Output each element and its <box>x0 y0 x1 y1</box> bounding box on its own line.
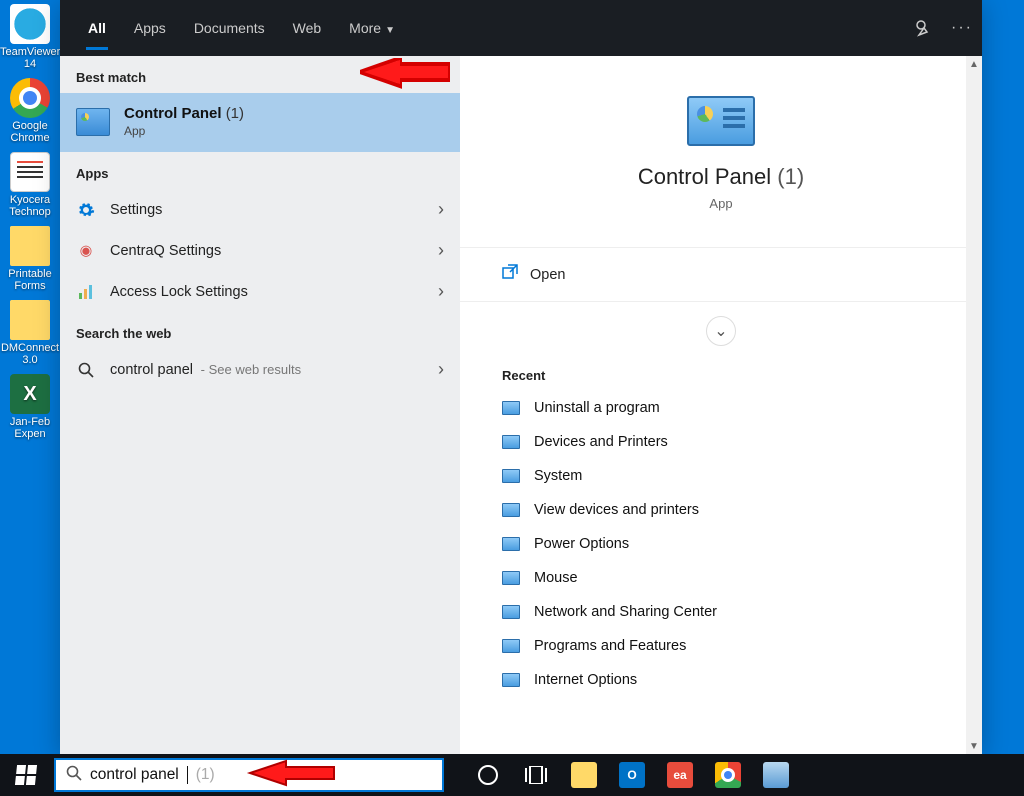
search-count-hint: (1) <box>196 766 215 784</box>
desktop-icon[interactable]: TeamViewer 14 <box>0 4 60 70</box>
result-title: Control Panel (1) <box>124 105 244 122</box>
recent-heading: Recent <box>460 360 982 391</box>
folder-icon <box>10 300 50 340</box>
tab-all[interactable]: All <box>74 0 120 56</box>
chevron-right-icon: › <box>438 359 444 380</box>
taskbar: control panel (1) O ea <box>0 754 1024 796</box>
control-panel-icon <box>687 96 755 146</box>
control-panel-icon <box>502 469 520 483</box>
expand-actions-button[interactable]: ⌄ <box>706 316 736 346</box>
desktop-background-strip <box>982 0 1024 754</box>
chrome-icon <box>10 78 50 118</box>
taskbar-app-file-explorer[interactable] <box>560 754 608 796</box>
recent-item[interactable]: Mouse <box>460 561 982 595</box>
results-list: Best match Control Panel (1) App Apps Se… <box>60 56 460 754</box>
chrome-icon <box>715 762 741 788</box>
chevron-right-icon: › <box>438 199 444 220</box>
outlook-icon: O <box>619 762 645 788</box>
control-panel-icon <box>502 401 520 415</box>
search-text: control panel <box>90 766 179 784</box>
taskbar-app-chrome[interactable] <box>704 754 752 796</box>
preview-subtitle: App <box>500 196 942 211</box>
preview-title: Control Panel (1) <box>500 164 942 190</box>
apps-heading: Apps <box>60 152 460 189</box>
gear-icon <box>76 200 96 220</box>
hub-icon: ◉ <box>76 241 96 261</box>
best-match-result[interactable]: Control Panel (1) App <box>60 93 460 152</box>
desktop-icons-column: TeamViewer 14 Google Chrome Kyocera Tech… <box>0 0 64 448</box>
web-heading: Search the web <box>60 312 460 349</box>
windows-logo-icon <box>15 765 37 785</box>
desktop-icon[interactable]: Jan-Feb Expen <box>0 374 60 440</box>
start-button[interactable] <box>0 754 52 796</box>
taskbar-search-input[interactable]: control panel (1) <box>54 758 444 792</box>
recent-item[interactable]: Internet Options <box>460 663 982 697</box>
best-match-heading: Best match <box>60 56 460 93</box>
desktop-icon[interactable]: DMConnect 3.0 <box>0 300 60 366</box>
result-item-centraq[interactable]: ◉ CentraQ Settings › <box>60 230 460 271</box>
chevron-right-icon: › <box>438 240 444 261</box>
control-panel-icon <box>502 639 520 653</box>
scroll-down-icon[interactable]: ▼ <box>966 738 982 754</box>
control-panel-icon <box>502 503 520 517</box>
start-search-panel: All Apps Documents Web More▼ ··· Best ma… <box>60 0 982 754</box>
control-panel-icon <box>502 537 520 551</box>
result-item-settings[interactable]: Settings › <box>60 189 460 230</box>
chevron-down-icon: ▼ <box>385 25 395 36</box>
scroll-up-icon[interactable]: ▲ <box>966 56 982 72</box>
chevron-down-icon: ⌄ <box>714 321 727 341</box>
annotation-arrow-icon <box>246 759 336 795</box>
open-icon <box>502 264 518 285</box>
scrollbar[interactable]: ▲ ▼ <box>966 56 982 754</box>
recent-item[interactable]: Programs and Features <box>460 629 982 663</box>
recent-item[interactable]: Network and Sharing Center <box>460 595 982 629</box>
chart-icon <box>76 282 96 302</box>
chevron-right-icon: › <box>438 281 444 302</box>
desktop-icon[interactable]: Printable Forms <box>0 226 60 292</box>
taskbar-app-generic[interactable] <box>752 754 800 796</box>
recent-item[interactable]: Uninstall a program <box>460 391 982 425</box>
folder-icon <box>10 226 50 266</box>
taskbar-app-outlook[interactable]: O <box>608 754 656 796</box>
result-item-web-search[interactable]: control panel - See web results › <box>60 349 460 390</box>
app-icon <box>763 762 789 788</box>
task-view-button[interactable] <box>512 754 560 796</box>
taskbar-app-ea[interactable]: ea <box>656 754 704 796</box>
control-panel-icon <box>502 571 520 585</box>
recent-item[interactable]: Power Options <box>460 527 982 561</box>
control-panel-icon <box>76 108 110 136</box>
app-icon: ea <box>667 762 693 788</box>
result-preview-pane: Control Panel (1) App Open ⌄ Recent Unin… <box>460 56 982 754</box>
more-options-icon[interactable]: ··· <box>952 18 972 38</box>
tab-web[interactable]: Web <box>279 0 336 56</box>
recent-item[interactable]: View devices and printers <box>460 493 982 527</box>
text-cursor <box>187 766 188 784</box>
result-subtitle: App <box>124 124 244 138</box>
search-filter-tabs: All Apps Documents Web More▼ ··· <box>60 0 982 56</box>
recent-item[interactable]: Devices and Printers <box>460 425 982 459</box>
document-icon <box>10 152 50 192</box>
search-icon <box>76 360 96 380</box>
open-action[interactable]: Open <box>460 247 982 302</box>
desktop-icon[interactable]: Kyocera Technop <box>0 152 60 218</box>
recent-item[interactable]: System <box>460 459 982 493</box>
teamviewer-icon <box>10 4 50 44</box>
cortana-button[interactable] <box>464 754 512 796</box>
result-item-accesslock[interactable]: Access Lock Settings › <box>60 271 460 312</box>
desktop-screen: TeamViewer 14 Google Chrome Kyocera Tech… <box>0 0 1024 796</box>
tab-more[interactable]: More▼ <box>335 0 409 56</box>
feedback-icon[interactable] <box>914 18 934 38</box>
excel-icon <box>10 374 50 414</box>
tab-documents[interactable]: Documents <box>180 0 279 56</box>
desktop-icon[interactable]: Google Chrome <box>0 78 60 144</box>
file-explorer-icon <box>571 762 597 788</box>
search-icon <box>66 765 82 785</box>
control-panel-icon <box>502 673 520 687</box>
control-panel-icon <box>502 435 520 449</box>
tab-apps[interactable]: Apps <box>120 0 180 56</box>
control-panel-icon <box>502 605 520 619</box>
